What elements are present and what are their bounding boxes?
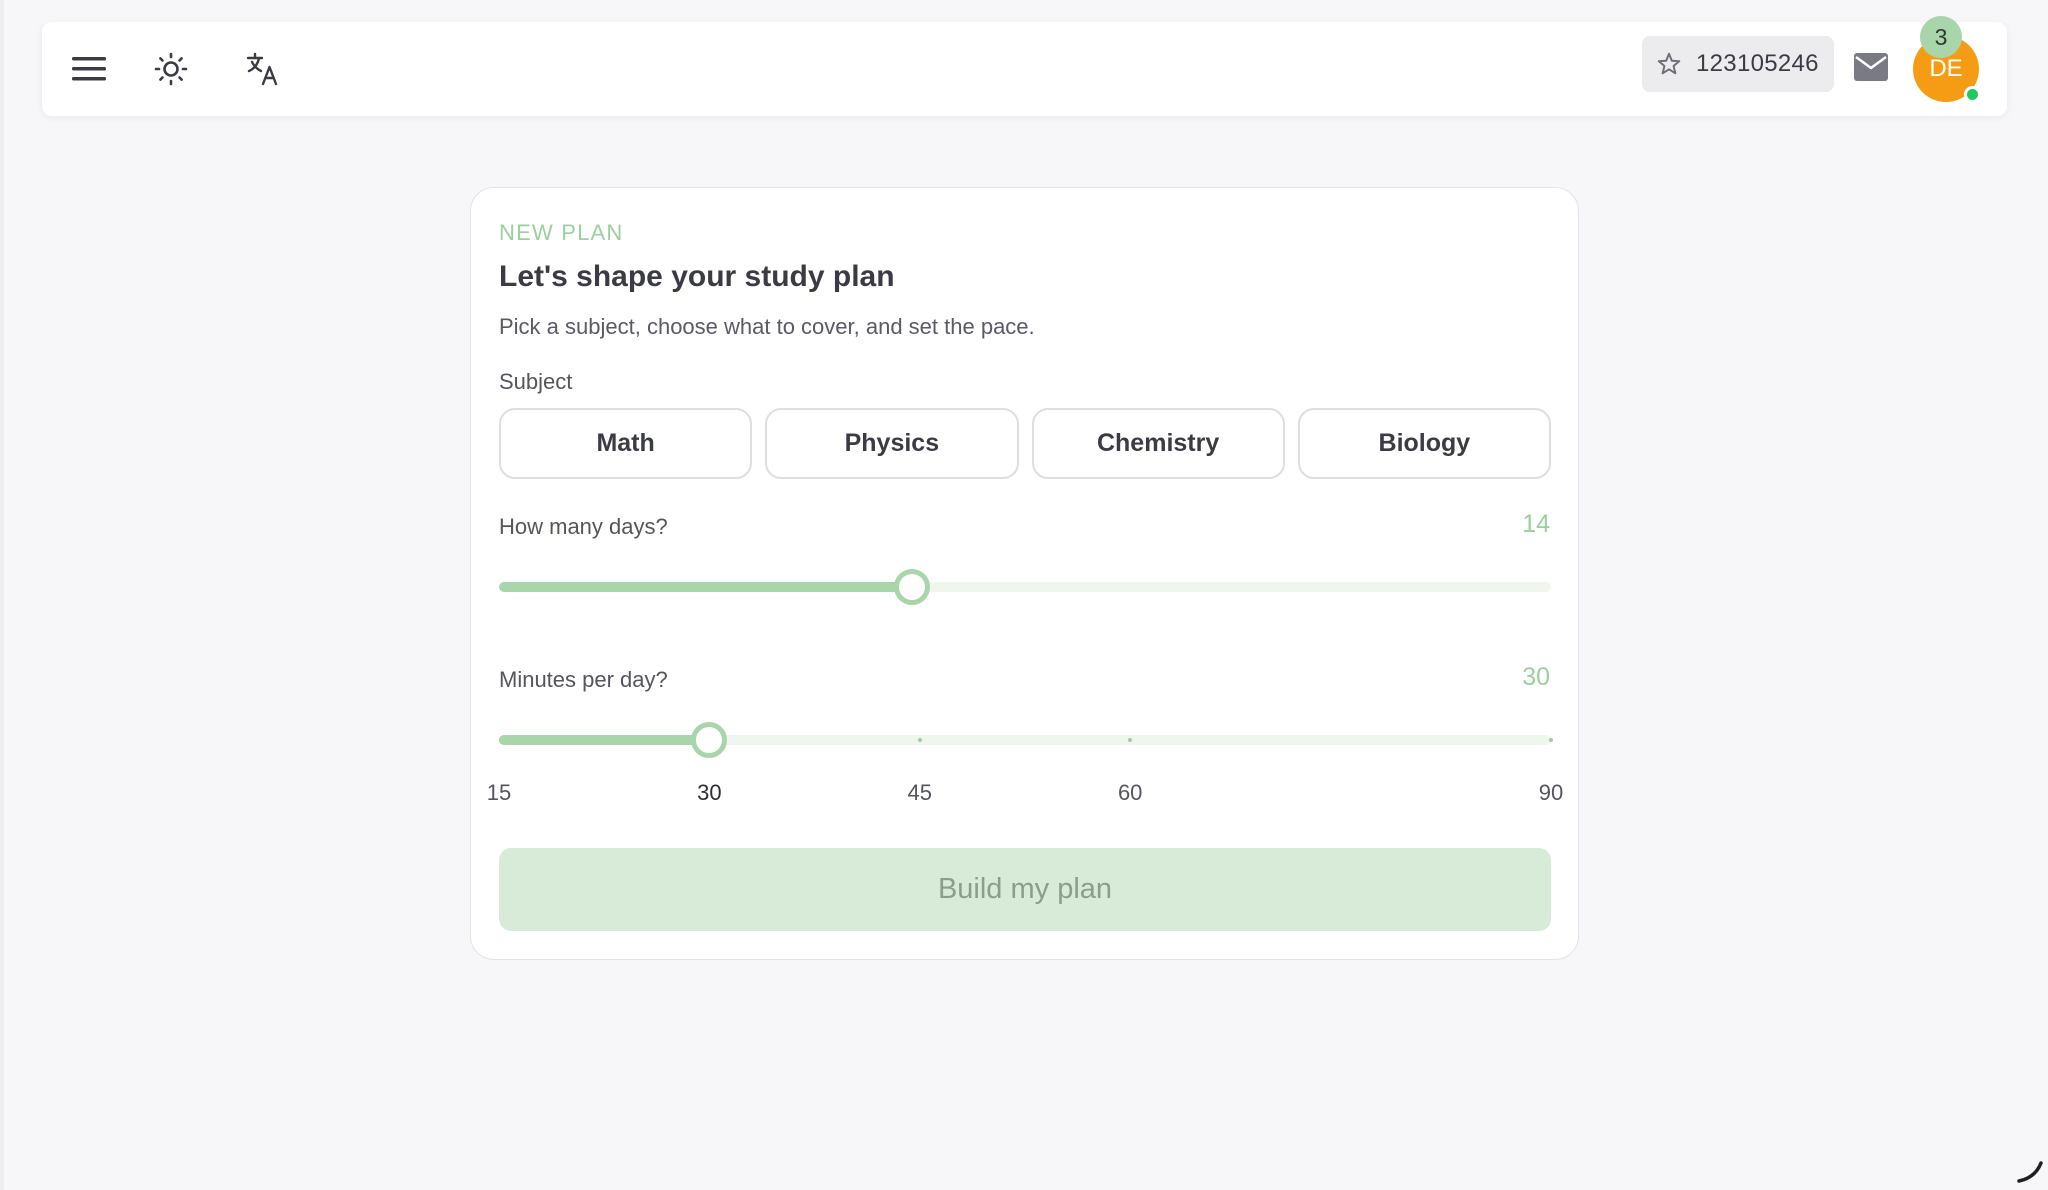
minutes-tick-dot: [1549, 738, 1553, 742]
minutes-slider-fill: [499, 735, 710, 745]
subject-label: Subject: [499, 369, 573, 394]
subject-button-physics[interactable]: Physics: [765, 408, 1019, 479]
minutes-mark-label[interactable]: 30: [697, 780, 721, 806]
translate-icon[interactable]: [240, 46, 286, 92]
card-eyebrow: NEW PLAN: [499, 220, 624, 245]
minutes-mark-label[interactable]: 15: [487, 780, 511, 806]
minutes-mark-label[interactable]: 45: [908, 780, 932, 806]
days-slider-fill: [499, 582, 913, 592]
star-icon: [1654, 49, 1684, 79]
days-label: How many days?: [499, 514, 668, 539]
mail-icon[interactable]: [1848, 44, 1894, 90]
minutes-slider-thumb[interactable]: [691, 722, 728, 758]
minutes-mark-label[interactable]: 60: [1118, 780, 1142, 806]
minutes-label: Minutes per day?: [499, 667, 668, 692]
subject-selector: Math Physics Chemistry Biology: [499, 408, 1551, 479]
minutes-slider-marks: 15 30 45 60 90: [487, 780, 1563, 810]
subject-button-chemistry[interactable]: Chemistry: [1031, 408, 1285, 479]
online-status-indicator: [1964, 86, 1981, 103]
top-app-bar: 123105246 DE 3: [42, 16, 2007, 116]
days-value: 14: [1522, 510, 1550, 538]
minutes-value: 30: [1522, 663, 1550, 691]
window-edge: [0, 0, 4, 1190]
minutes-slider[interactable]: [499, 722, 1553, 758]
unread-count-badge: 3: [1920, 16, 1962, 58]
resize-handle-icon[interactable]: [2013, 1153, 2045, 1185]
hamburger-menu-icon[interactable]: [66, 46, 112, 92]
build-plan-button[interactable]: Build my plan: [499, 848, 1551, 931]
days-slider[interactable]: [499, 569, 1551, 605]
sun-icon[interactable]: [148, 46, 194, 92]
points-value: 123105246: [1696, 50, 1819, 77]
page-title: Let's shape your study plan: [499, 260, 895, 293]
subject-button-math[interactable]: Math: [499, 408, 753, 479]
new-plan-card: NEW PLAN Let's shape your study plan Pic…: [470, 187, 1579, 960]
minutes-tick-dot: [917, 738, 922, 742]
avatar-initials: DE: [1929, 55, 1963, 82]
minutes-mark-label[interactable]: 90: [1539, 780, 1563, 806]
points-chip[interactable]: 123105246: [1642, 36, 1834, 92]
subject-button-biology[interactable]: Biology: [1297, 408, 1551, 479]
days-slider-thumb[interactable]: [894, 569, 931, 605]
card-subtitle: Pick a subject, choose what to cover, an…: [499, 314, 1035, 339]
